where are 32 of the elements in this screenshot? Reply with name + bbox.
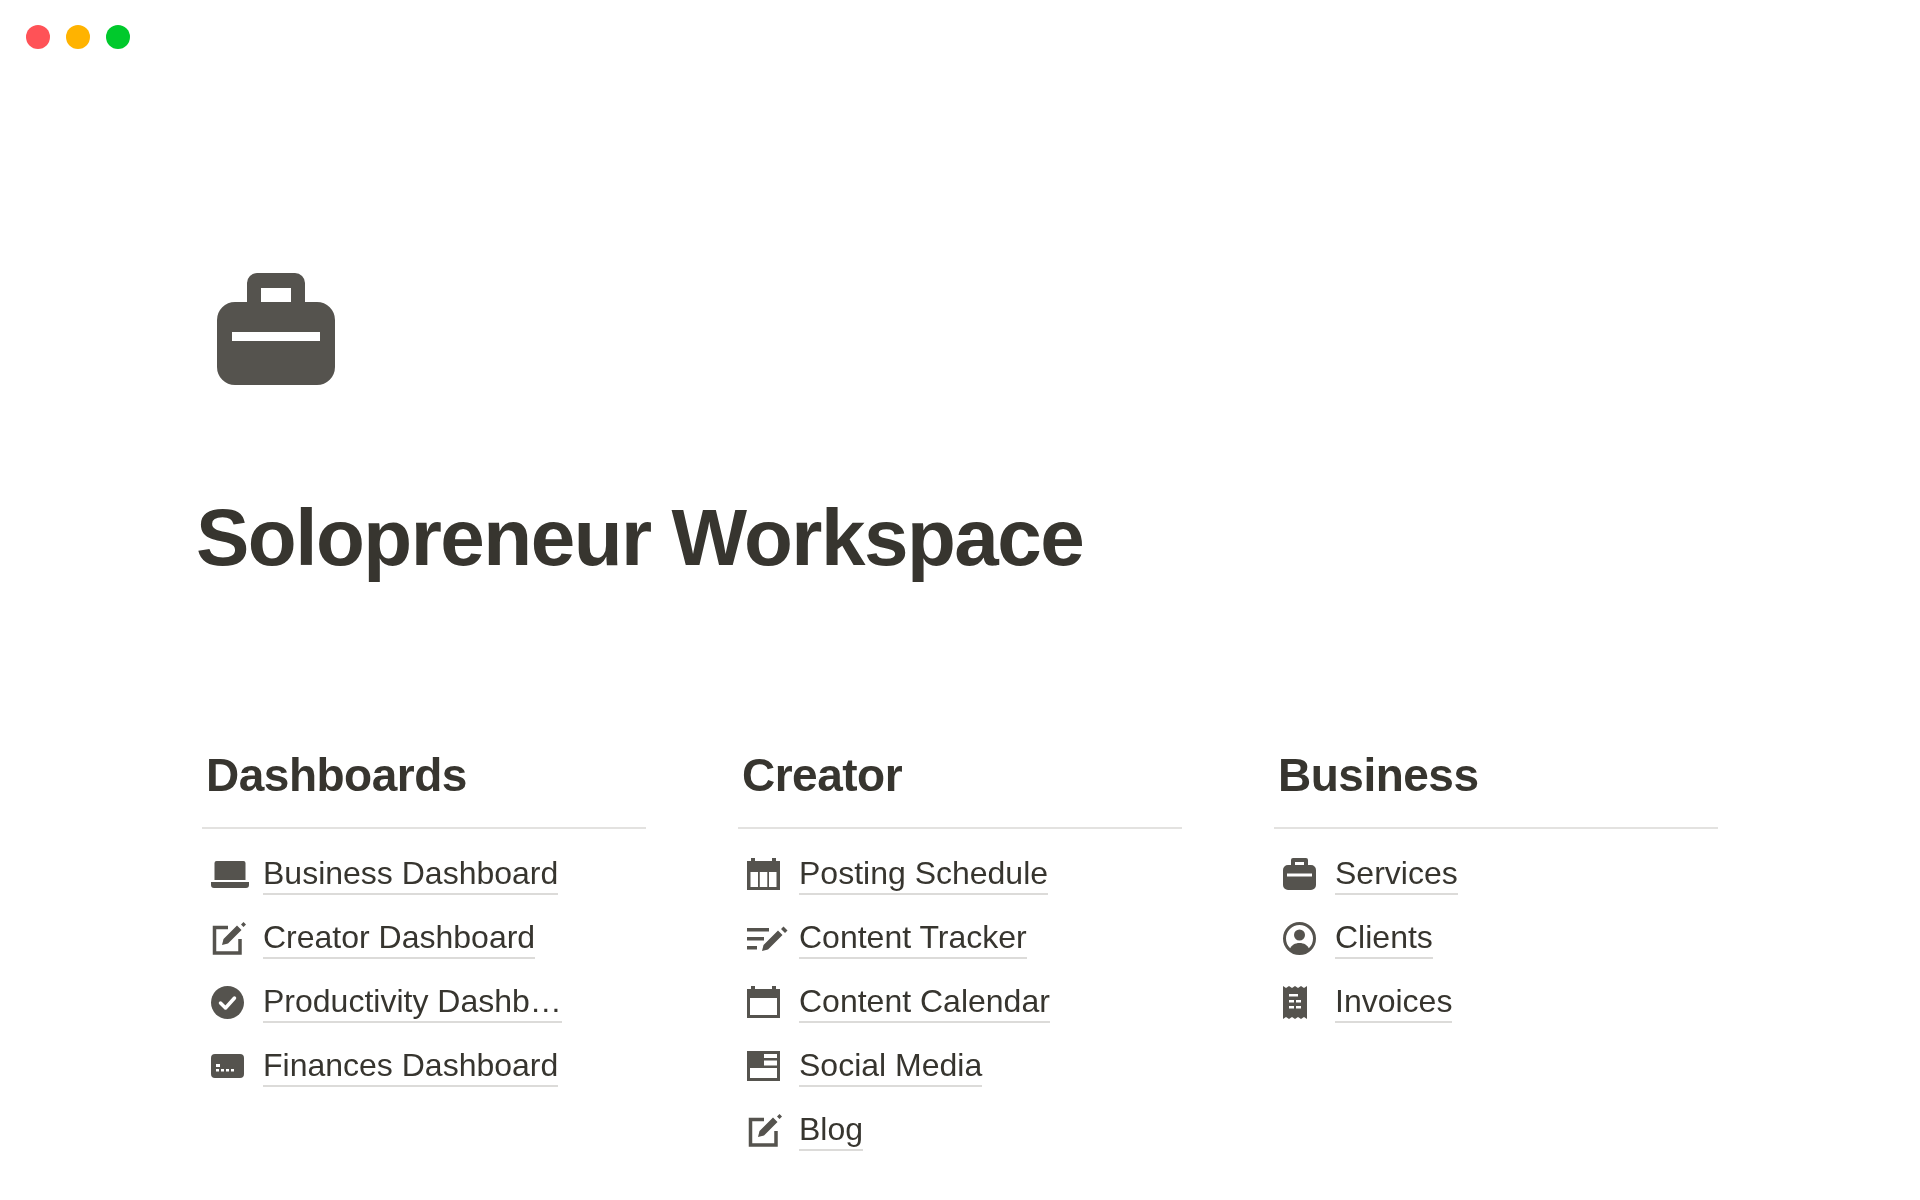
list-pencil-icon [747, 925, 788, 951]
close-button[interactable] [26, 25, 50, 49]
page-title: Solopreneur Workspace [196, 492, 1085, 584]
briefcase-icon [217, 273, 335, 385]
page-link[interactable]: Services [1274, 842, 1458, 906]
maximize-button[interactable] [106, 25, 130, 49]
section-heading: Creator [741, 748, 904, 803]
pencil-square-icon [211, 921, 246, 955]
page-link[interactable]: Content Tracker [738, 906, 1027, 970]
section-heading: Dashboards [205, 748, 468, 803]
laptop-icon [211, 860, 249, 888]
page-link[interactable]: Clients [1274, 906, 1433, 970]
briefcase-icon [1283, 858, 1316, 890]
page-link[interactable]: Creator Dashboard [202, 906, 536, 970]
pencil-square-icon [747, 1113, 782, 1147]
page-link[interactable]: Posting Schedule [738, 842, 1049, 906]
minimize-button[interactable] [66, 25, 90, 49]
card-icon [211, 1054, 244, 1078]
page-link[interactable]: Business Dashboard [202, 842, 559, 906]
check-circle-icon [211, 985, 244, 1019]
page-link[interactable]: Finances Dashboard [202, 1034, 559, 1098]
page-link[interactable]: Blog [738, 1098, 864, 1162]
page-link[interactable]: Invoices [1274, 970, 1453, 1034]
layout-icon [747, 1051, 780, 1081]
calendar-icon [747, 858, 780, 890]
user-circle-icon [1283, 921, 1316, 955]
receipt-icon [1283, 985, 1307, 1019]
section-heading: Business [1277, 748, 1480, 803]
page-link[interactable]: Content Calendar [738, 970, 1050, 1034]
calendar-icon [747, 986, 780, 1018]
page-link[interactable]: Social Media [738, 1034, 983, 1098]
page-link[interactable]: Productivity Dashb… [202, 970, 562, 1034]
